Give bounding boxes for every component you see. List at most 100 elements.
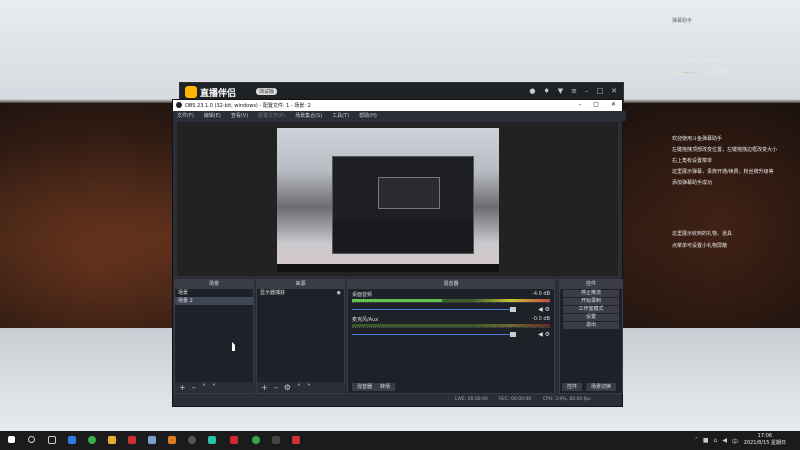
- danmu-desc-2: 左键拖拽顶部改变位置，左键拖拽边框改变大小: [672, 147, 778, 153]
- menu-scene-collection[interactable]: 场景集合(S): [295, 111, 322, 121]
- mixer-track-desktop: 桌面音频 -4.0 dB ◀ ⚙: [352, 291, 550, 313]
- stop-streaming-button[interactable]: 停止推流: [563, 290, 619, 297]
- tab-scene-transitions[interactable]: 场景切换: [586, 383, 617, 391]
- danmu-desc-4: 这里展示弹幕，贵族开通/续费，粉丝牌升级等: [672, 169, 774, 175]
- cpu-fps: CPU: 3.9%, 60.00 fps: [543, 397, 591, 402]
- obs-menu-bar: 文件(F) 编辑(E) 查看(V) 配置文件(P) 场景集合(S) 工具(T) …: [173, 111, 626, 121]
- chevron-up-icon[interactable]: ˄: [695, 437, 698, 446]
- move-up-icon[interactable]: ˄: [202, 382, 206, 393]
- menu-edit[interactable]: 编辑(E): [204, 111, 221, 121]
- tab-controls[interactable]: 控件: [562, 383, 583, 391]
- sources-dock: 来源 显示器捕获 ◉ + – ⚙ ˄ ˅: [256, 279, 348, 394]
- controls-header: 控件: [560, 280, 622, 289]
- obs-title-bar: OBS 23.1.0 (32-bit, windows) - 配置文件: 1 -…: [173, 100, 622, 111]
- sources-header: 来源: [257, 280, 344, 289]
- remove-icon[interactable]: –: [192, 382, 196, 393]
- minimize-icon[interactable]: –: [585, 87, 589, 95]
- exit-button[interactable]: 退出: [563, 322, 619, 329]
- menu-view[interactable]: 查看(V): [231, 111, 248, 121]
- welcome-user-text: 欢迎·············进入直播间: [672, 70, 728, 76]
- scene-item[interactable]: 场景: [175, 289, 253, 297]
- speaker-icon[interactable]: ◀ ⚙: [538, 306, 550, 313]
- welcome-info-text: 这里展示欢迎进场信息: [672, 58, 723, 64]
- app-red2-icon[interactable]: [230, 436, 238, 444]
- live-time: LIVE: 00:00:00: [455, 397, 488, 402]
- scene-item-selected[interactable]: 场景 2: [175, 297, 253, 305]
- start-recording-button[interactable]: 开始录制: [563, 298, 619, 305]
- settings-button[interactable]: 设置: [563, 314, 619, 321]
- studio-mode-button[interactable]: 工作室模式: [563, 306, 619, 313]
- app-green-icon[interactable]: [88, 436, 96, 444]
- system-tray: ˄ ■ ⌂ ◀ 中: [695, 437, 738, 446]
- mixer-track-mic: 麦克风/Aux -0.0 dB ◀ ⚙: [352, 316, 550, 338]
- task-view-icon[interactable]: [48, 436, 56, 444]
- network-icon[interactable]: ⌂: [714, 437, 718, 446]
- maximize-icon[interactable]: □: [593, 101, 599, 108]
- scenes-dock: 场景 场景 场景 2 + – ˄ ˅: [174, 279, 257, 394]
- menu-file[interactable]: 文件(F): [177, 111, 194, 121]
- volume-icon[interactable]: ◀: [722, 437, 727, 446]
- clock[interactable]: 17:06 2021/8/15 星期日: [744, 433, 786, 447]
- menu-tools[interactable]: 工具(T): [332, 111, 349, 121]
- windows-start-icon[interactable]: [8, 436, 15, 443]
- menu-profile[interactable]: 配置文件(P): [258, 111, 285, 121]
- ime-icon[interactable]: 中: [732, 437, 738, 446]
- menu-help[interactable]: 帮助(H): [359, 111, 377, 121]
- danmu-desc-5: 添加弹幕助手成功: [672, 180, 713, 186]
- controls-dock: 控件 停止推流 开始录制 工作室模式 设置 退出 控件 场景切换: [559, 279, 623, 394]
- windows-taskbar: ˄ ■ ⌂ ◀ 中 17:06 2021/8/15 星期日: [0, 431, 800, 450]
- app-gray-icon[interactable]: [272, 436, 280, 444]
- close-icon[interactable]: ✕: [611, 101, 616, 108]
- danmu-desc-1: 欢迎使用斗鱼弹幕助手: [672, 136, 723, 142]
- mixer-header: 混音器: [348, 280, 554, 289]
- move-up-icon[interactable]: ˄: [297, 382, 301, 393]
- app-orange-icon[interactable]: [168, 436, 176, 444]
- user-icon[interactable]: ●: [529, 87, 535, 95]
- speaker-icon[interactable]: ◀ ⚙: [538, 331, 550, 338]
- tray-app-icon[interactable]: ■: [703, 437, 709, 446]
- scenes-header: 场景: [175, 280, 253, 289]
- maximize-icon[interactable]: □: [597, 87, 604, 95]
- obs-preview[interactable]: [177, 122, 618, 276]
- gift-desc-1: 这里展示收到的礼物、道具: [672, 231, 733, 237]
- move-down-icon[interactable]: ˅: [307, 382, 311, 393]
- obs-status-bar: LIVE: 00:00:00 REC: 00:00:00 CPU: 3.9%, …: [173, 394, 622, 406]
- app-red-icon[interactable]: [128, 436, 136, 444]
- app-blue-icon[interactable]: [148, 436, 156, 444]
- mixer-dock: 混音器 桌面音频-4.0 dB ◀ ⚙ 麦克风/Aux-0.0 dB ◀ ⚙: [347, 279, 555, 394]
- add-icon[interactable]: +: [179, 382, 186, 393]
- browser-icon[interactable]: [68, 436, 76, 444]
- gear-icon[interactable]: ⚙: [284, 382, 291, 393]
- remove-icon[interactable]: –: [274, 382, 278, 393]
- volume-slider[interactable]: ◀ ⚙: [352, 331, 550, 338]
- gift-desc-2: 点菜单可设置小礼物屏蔽: [672, 243, 728, 249]
- obs-window: OBS 23.1.0 (32-bit, windows) - 配置文件: 1 -…: [172, 99, 626, 407]
- danmu-panel-title: 弹幕助手: [672, 18, 693, 24]
- obs-taskbar-icon[interactable]: [188, 436, 196, 444]
- zhibo-title: 直播伴侣: [200, 89, 237, 99]
- eye-icon[interactable]: ◉: [337, 289, 344, 297]
- rec-time: REC: 00:00:00: [499, 397, 532, 402]
- zhibo-badge: 测试版: [256, 88, 278, 95]
- app-green2-icon[interactable]: [252, 436, 260, 444]
- danmu-desc-3: 右上角有设置菜单: [672, 158, 713, 164]
- source-item[interactable]: 显示器捕获 ◉: [257, 289, 344, 297]
- gift-icon[interactable]: ▼: [558, 87, 563, 95]
- add-icon[interactable]: +: [261, 382, 268, 393]
- tab-mixer[interactable]: 混音器: [352, 383, 378, 391]
- app-red3-icon[interactable]: [292, 436, 300, 444]
- tab-transitions[interactable]: 转场: [375, 383, 396, 391]
- obs-logo-icon: [176, 102, 182, 108]
- shirt-icon[interactable]: ♦: [543, 87, 549, 95]
- app-teal-icon[interactable]: [208, 436, 216, 444]
- minimize-icon[interactable]: –: [578, 101, 581, 108]
- mouse-cursor: [232, 342, 235, 351]
- close-icon[interactable]: ✕: [611, 87, 617, 95]
- menu-icon[interactable]: ≡: [571, 87, 577, 95]
- zhibo-logo-icon: [185, 86, 197, 98]
- volume-slider[interactable]: ◀ ⚙: [352, 306, 550, 313]
- move-down-icon[interactable]: ˅: [212, 382, 216, 393]
- obs-window-title: OBS 23.1.0 (32-bit, windows) - 配置文件: 1 -…: [185, 103, 311, 109]
- search-icon[interactable]: [28, 436, 35, 443]
- app-yellow-icon[interactable]: [108, 436, 116, 444]
